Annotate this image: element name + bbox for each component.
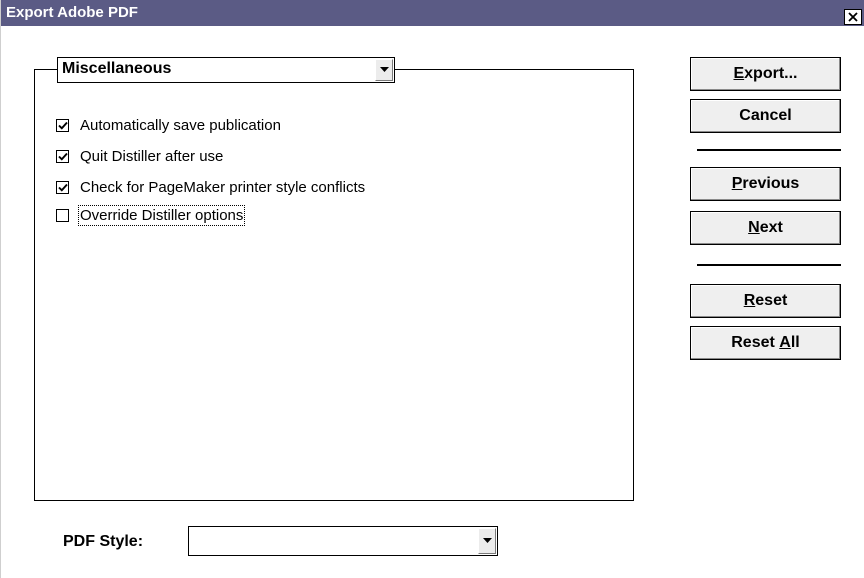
reset-button[interactable]: Reset (690, 284, 841, 318)
option-quit-distiller[interactable]: Quit Distiller after use (56, 146, 223, 166)
export-pdf-dialog: Export Adobe PDF Miscellaneous Automatic… (0, 0, 864, 578)
reset-all-label: ll (790, 334, 800, 351)
next-mnemonic: N (748, 219, 760, 236)
cancel-label: Cancel (739, 107, 792, 124)
reset-all-prefix: Reset (731, 334, 780, 351)
check-icon (57, 152, 68, 161)
check-conflicts-label: Check for PageMaker printer style confli… (80, 178, 366, 196)
quit-distiller-label: Quit Distiller after use (80, 147, 224, 165)
previous-button[interactable]: Previous (690, 167, 841, 201)
chevron-down-icon (482, 538, 492, 543)
option-check-conflicts[interactable]: Check for PageMaker printer style confli… (56, 177, 365, 197)
cancel-button[interactable]: Cancel (690, 99, 841, 133)
quit-distiller-checkbox[interactable] (56, 149, 69, 163)
reset-label: eset (755, 292, 788, 309)
next-button[interactable]: Next (690, 211, 841, 245)
reset-all-button[interactable]: Reset All (690, 326, 841, 360)
option-auto-save[interactable]: Automatically save publication (56, 115, 281, 135)
auto-save-label: Automatically save publication (80, 116, 281, 134)
pdf-style-select-arrow[interactable] (478, 528, 496, 554)
previous-label: revious (742, 175, 800, 192)
section-select-value: Miscellaneous (62, 60, 172, 77)
reset-all-mnemonic: A (779, 334, 791, 351)
separator (697, 264, 841, 266)
next-label: ext (759, 219, 783, 236)
option-override-distiller[interactable]: Override Distiller options (56, 204, 246, 226)
auto-save-checkbox[interactable] (56, 118, 69, 132)
export-mnemonic: E (733, 65, 745, 82)
title-bar[interactable]: Export Adobe PDF (1, 0, 864, 26)
export-label: xport... (744, 65, 798, 82)
override-distiller-checkbox[interactable] (56, 208, 69, 222)
reset-mnemonic: R (743, 292, 756, 309)
override-distiller-label: Override Distiller options (77, 204, 246, 226)
window-title: Export Adobe PDF (6, 4, 138, 21)
check-conflicts-checkbox[interactable] (56, 180, 69, 194)
check-icon (57, 121, 68, 130)
pdf-style-select[interactable] (188, 526, 498, 556)
section-select-arrow[interactable] (375, 59, 393, 81)
previous-mnemonic: P (731, 175, 743, 192)
close-button[interactable] (844, 9, 862, 25)
chevron-down-icon (379, 67, 389, 72)
section-select[interactable]: Miscellaneous (57, 57, 395, 83)
close-icon (848, 12, 858, 22)
pdf-style-label: PDF Style: (63, 533, 144, 550)
separator (697, 149, 841, 151)
export-button[interactable]: Export... (690, 57, 841, 91)
check-icon (57, 183, 68, 192)
